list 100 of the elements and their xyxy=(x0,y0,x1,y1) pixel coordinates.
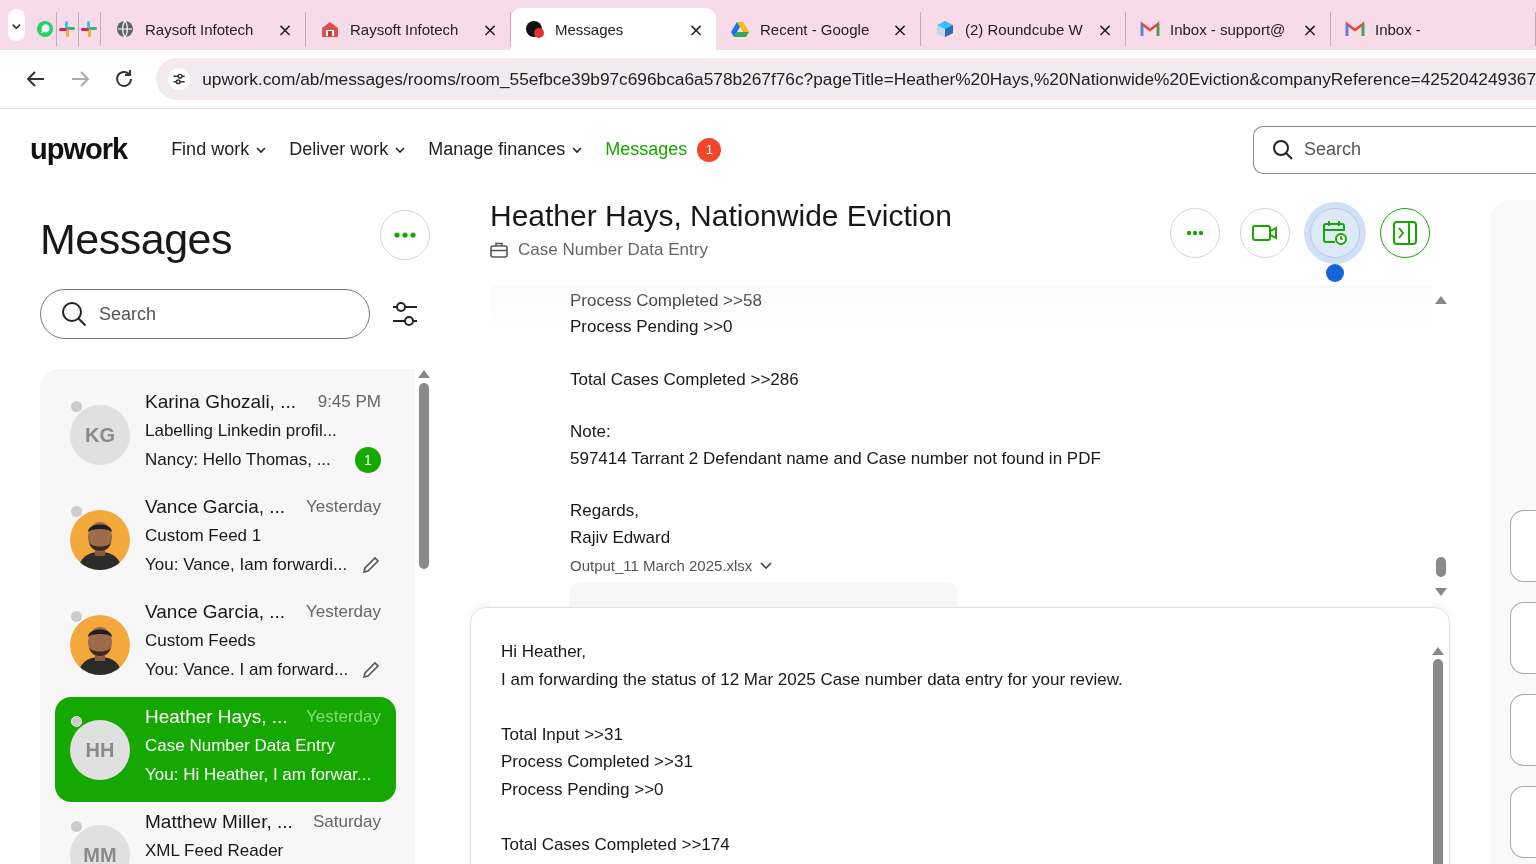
count-badge: 1 xyxy=(697,137,722,162)
more-button[interactable] xyxy=(380,210,430,260)
mail-icon xyxy=(1345,19,1365,39)
message-preview: You: Vance, Iam forwardi... xyxy=(145,555,348,575)
browser-tab[interactable]: Raysoft Infotech × xyxy=(101,12,306,46)
timestamp: Saturday xyxy=(312,812,381,832)
status-dot xyxy=(71,821,82,832)
conversation-item[interactable]: Vance Garcia, ... Yesterday Custom Feed 1 You: Vance, Iam forwardi... xyxy=(55,487,396,592)
message-text: Process Completed >>58 xyxy=(570,290,763,312)
message-text: Total Cases Completed >>286 xyxy=(570,368,800,391)
attachment-name[interactable]: Output_11 March 2025.xlsx xyxy=(570,555,1432,576)
message-text: Regards, xyxy=(570,500,640,523)
close-tab-button[interactable]: × xyxy=(890,18,910,40)
conversation-title: XML Feed Reader xyxy=(145,841,285,861)
side-button[interactable] xyxy=(1510,602,1536,674)
unread-badge: 1 xyxy=(355,447,381,473)
contact-name: Karina Ghozali, ... xyxy=(145,391,297,413)
close-tab-button[interactable]: × xyxy=(480,18,500,40)
browser-tab[interactable]: (2) Roundcube W × xyxy=(921,12,1126,46)
status-dot xyxy=(71,611,82,622)
pinned-tab[interactable] xyxy=(56,12,79,46)
nav-link[interactable]: Deliver work xyxy=(289,139,407,160)
close-tab-button[interactable]: × xyxy=(1300,18,1320,40)
side-button[interactable] xyxy=(1510,510,1536,582)
slack-icon xyxy=(79,19,100,39)
conversation-item[interactable]: MM Matthew Miller, ... Saturday XML Feed Reader xyxy=(55,802,396,864)
contact-name: Matthew Miller, ... xyxy=(145,811,293,833)
status-dot xyxy=(71,716,82,727)
avatar: MM xyxy=(70,825,130,864)
scroll-thumb[interactable] xyxy=(418,383,429,569)
message-preview: You: Vance. I am forward... xyxy=(145,660,349,680)
contact-name: Vance Garcia, ... xyxy=(145,496,286,518)
search-icon xyxy=(1272,138,1294,161)
timestamp: 9:45 PM xyxy=(317,392,381,412)
pinned-tab[interactable] xyxy=(78,12,101,46)
site-info-icon[interactable] xyxy=(168,67,191,91)
scroll-up-icon xyxy=(417,369,430,379)
video-camera-button[interactable] xyxy=(1240,208,1290,258)
search-field[interactable]: Search xyxy=(1253,125,1536,174)
nav-link[interactable]: Manage finances xyxy=(428,139,584,160)
conversation-title: Custom Feeds xyxy=(145,631,257,651)
page-title: Messages xyxy=(40,214,232,264)
search-field[interactable]: Search xyxy=(40,289,370,339)
more-icon xyxy=(1186,230,1204,236)
tab-menu-button[interactable]: ⌄ xyxy=(8,9,25,41)
pinned-tab[interactable] xyxy=(34,12,57,46)
address-field[interactable]: upwork.com/ab/messages/rooms/room_55efbce39b97c696bca6a578b267f76c?pageTitle=Heather%20Hays,%20Nationwide%20Eviction&companyReference=425204249367 xyxy=(156,58,1536,100)
conversation-title: Case Number Data Entry xyxy=(145,736,336,756)
side-button[interactable] xyxy=(1510,694,1536,766)
conversation-item[interactable]: KG Karina Ghozali, ... 9:45 PM Labelling Linkedin profil... Nancy: Hello Thomas, ... 1 xyxy=(55,382,396,487)
browser-tab[interactable]: Inbox - support@ × xyxy=(1126,12,1331,46)
message-text: 597414 Tarrant 2 Defendant name and Case number not found in PDF xyxy=(570,447,1102,470)
timestamp: Yesterday xyxy=(306,602,381,622)
chat-title: Heather Hays, Nationwide Eviction xyxy=(490,198,953,234)
filter-icon[interactable] xyxy=(392,300,418,328)
close-tab-button[interactable]: × xyxy=(686,18,706,40)
message-preview: You: Hi Heather, I am forwar... xyxy=(145,765,372,785)
chevron-down-icon xyxy=(760,560,773,571)
search-icon xyxy=(61,301,87,327)
message-text: Process Pending >>0 xyxy=(570,316,734,339)
scroll-thumb[interactable] xyxy=(1436,557,1446,577)
house-icon xyxy=(320,19,340,39)
side-button[interactable] xyxy=(1510,786,1536,858)
avatar: KG xyxy=(70,405,130,465)
side-panel-button[interactable] xyxy=(1380,208,1430,258)
timestamp: Yesterday xyxy=(306,707,381,727)
browser-tab[interactable]: Recent - Google × xyxy=(716,12,921,46)
message-text: Note: xyxy=(570,421,612,444)
message-text: Rajiv Edward xyxy=(570,526,672,549)
slack-icon xyxy=(57,19,78,39)
conversation-title: Custom Feed 1 xyxy=(145,526,263,546)
contact-name: Vance Garcia, ... xyxy=(145,601,286,623)
chat-subtitle: Case Number Data Entry xyxy=(518,240,708,260)
briefcase-icon xyxy=(490,242,508,258)
side-panel-icon xyxy=(1391,219,1419,247)
contact-name: Heather Hays, ... xyxy=(145,706,288,728)
nav-link[interactable]: Find work xyxy=(171,139,268,160)
triangle-icon xyxy=(730,19,750,39)
cube-icon xyxy=(935,19,955,39)
status-dot xyxy=(71,401,82,412)
calendar-clock-icon xyxy=(1321,219,1349,247)
close-tab-button[interactable]: × xyxy=(1095,18,1115,40)
status-dot xyxy=(71,506,82,517)
timestamp: Yesterday xyxy=(306,497,381,517)
reload-icon[interactable] xyxy=(113,68,135,90)
conversation-title: Labelling Linkedin profil... xyxy=(145,421,338,441)
logo[interactable]: upwork xyxy=(30,133,128,166)
whatsapp-icon xyxy=(35,19,56,39)
scroll-up-icon xyxy=(1435,295,1447,305)
conversation-item[interactable]: Vance Garcia, ... Yesterday Custom Feeds You: Vance. I am forward... xyxy=(55,592,396,697)
message-preview: Nancy: Hello Thomas, ... xyxy=(145,450,331,470)
close-tab-button[interactable]: × xyxy=(275,18,295,40)
scroll-down-icon xyxy=(1435,587,1447,597)
more-icon xyxy=(392,230,418,240)
browser-tab[interactable]: Inbox - xyxy=(1331,12,1536,46)
mail-icon xyxy=(1140,19,1160,39)
avatar: HH xyxy=(70,720,130,780)
notification-dot xyxy=(1326,264,1344,282)
globe-icon xyxy=(115,19,135,39)
browser-tab[interactable]: Messages × xyxy=(511,8,716,50)
